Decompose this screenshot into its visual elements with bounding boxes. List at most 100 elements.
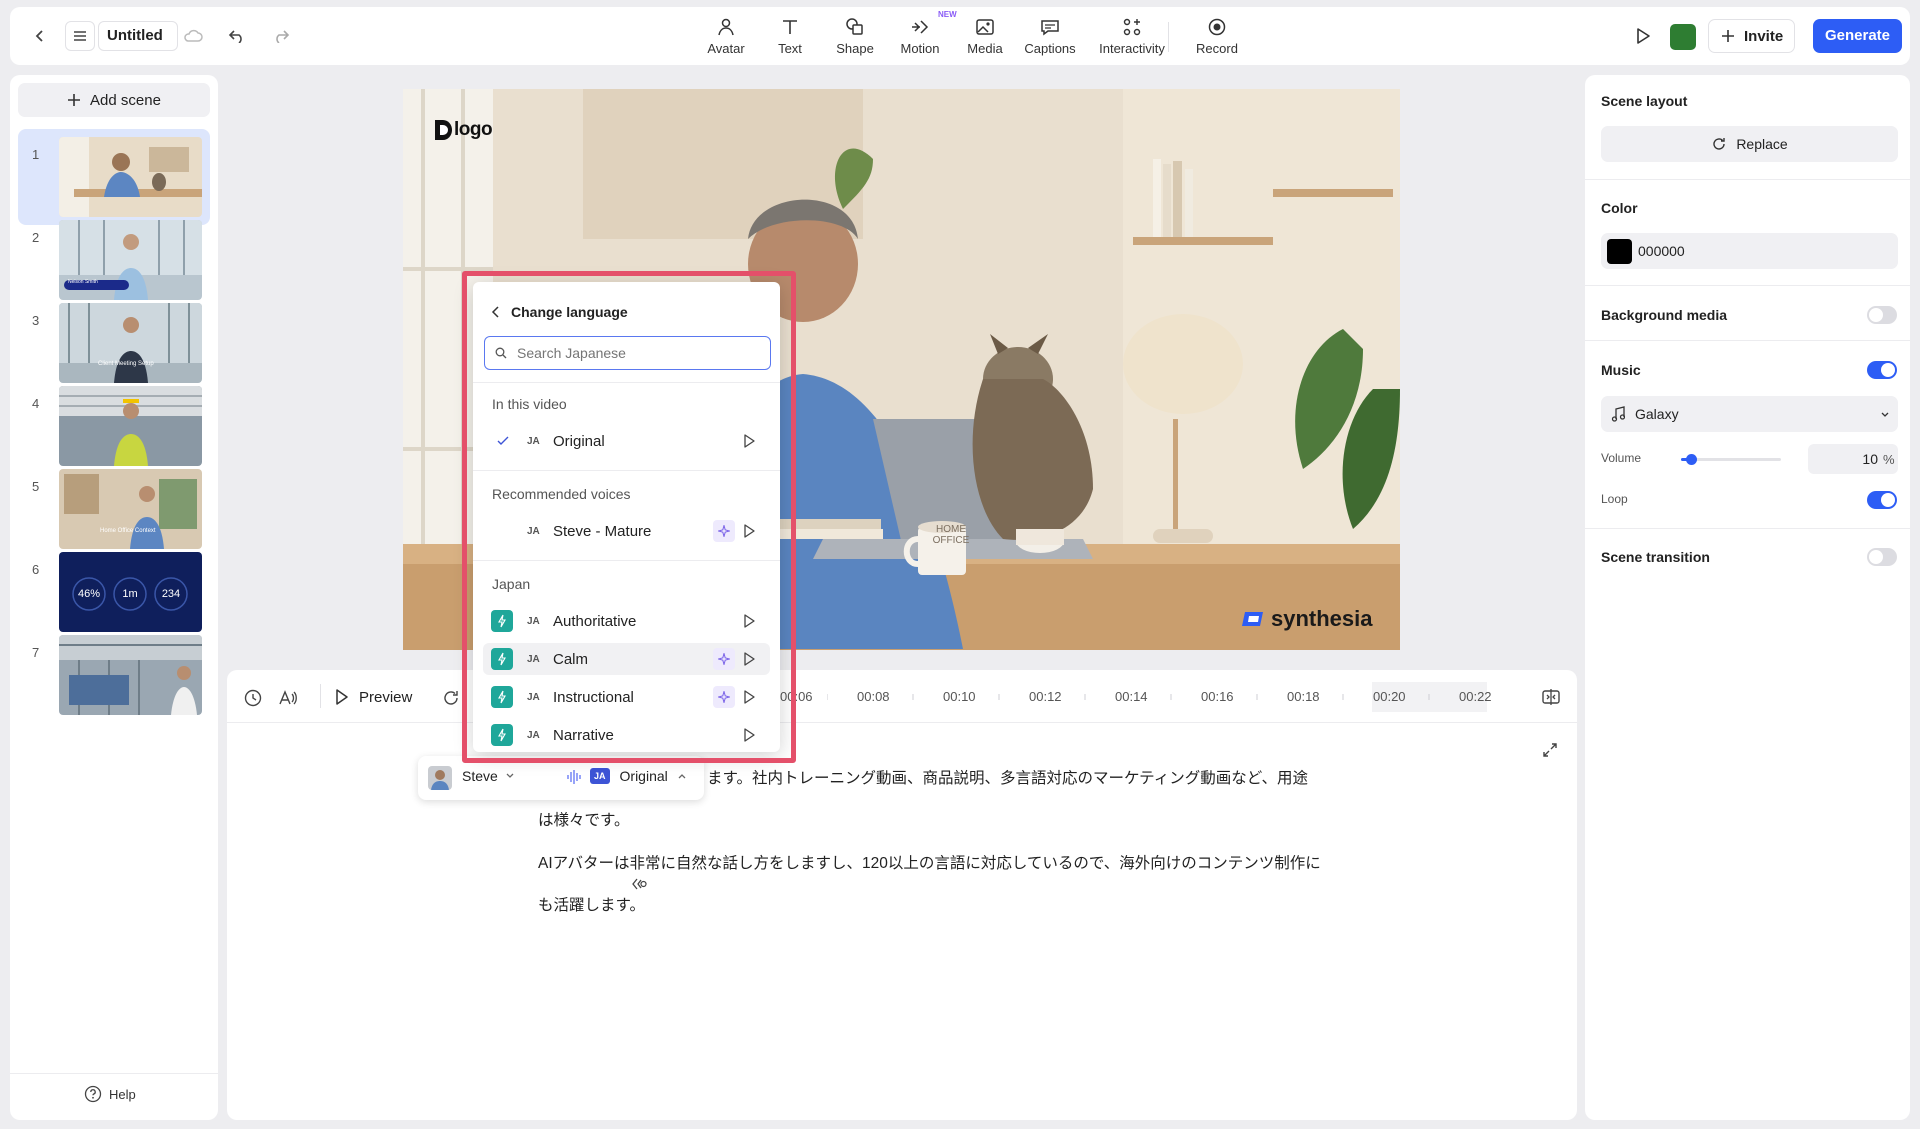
replace-layout-button[interactable]: Replace [1601, 126, 1898, 162]
top-bar: Untitled Avatar Text Shape Motion NEW Me… [10, 7, 1910, 65]
pause-marker-icon[interactable] [631, 876, 647, 892]
section-heading: Scene transition [1601, 549, 1710, 565]
voice-settings-icon[interactable] [275, 686, 301, 710]
record-icon [1207, 15, 1227, 39]
volume-value[interactable]: 10 [1848, 451, 1878, 467]
music-track-select[interactable]: Galaxy [1601, 396, 1898, 432]
tool-captions[interactable]: Captions [1014, 15, 1086, 59]
section-heading: Color [1601, 200, 1638, 216]
refresh-icon[interactable] [439, 686, 463, 710]
help-button[interactable]: Help [84, 1085, 136, 1103]
language-badge: JA [590, 768, 610, 784]
scene-thumbnail [59, 635, 202, 715]
mug-label: HOME OFFICE [930, 524, 972, 546]
section-heading: Scene layout [1601, 93, 1688, 109]
toolbar-divider [1168, 22, 1169, 52]
loop-toggle[interactable] [1867, 491, 1897, 509]
interactivity-icon [1122, 15, 1142, 39]
color-field[interactable]: 000000 [1601, 233, 1898, 269]
expand-icon[interactable] [1538, 738, 1562, 762]
script-text[interactable]: も活躍します。 [538, 895, 645, 917]
motion-icon [910, 15, 930, 39]
document-title[interactable]: Untitled [98, 21, 178, 51]
scene-item[interactable]: 2 Nelson Smith [18, 212, 210, 308]
divider [1585, 528, 1910, 529]
tool-label: Motion [900, 41, 940, 56]
watermark-text: synthesia [1271, 606, 1373, 631]
color-hex-value[interactable]: 000000 [1638, 243, 1685, 259]
waveform-icon [566, 769, 584, 785]
tool-text[interactable]: Text [754, 15, 826, 59]
volume-input[interactable]: 10 % [1808, 444, 1898, 474]
scene-number: 1 [32, 147, 40, 162]
preview-label: Preview [359, 688, 413, 706]
clock-icon[interactable] [241, 686, 265, 710]
music-toggle[interactable] [1867, 361, 1897, 379]
redo-icon[interactable] [268, 23, 294, 49]
generate-button[interactable]: Generate [1813, 19, 1902, 53]
tool-record[interactable]: Record [1181, 15, 1253, 59]
scene-item[interactable]: 5 Home Office Context [18, 461, 210, 557]
mug-text: HOME [936, 524, 966, 535]
tool-interactivity[interactable]: Interactivity [1096, 15, 1168, 59]
invite-label: Invite [1744, 27, 1784, 45]
split-view-icon[interactable] [1538, 684, 1564, 710]
avatar-name: Steve [462, 768, 498, 784]
scene-item[interactable]: 7 [18, 627, 210, 723]
tool-avatar[interactable]: Avatar [690, 15, 762, 59]
color-swatch[interactable] [1607, 239, 1632, 264]
voice-selector[interactable]: JA Original [590, 768, 686, 784]
captions-icon [1040, 15, 1060, 39]
loop-label: Loop [1601, 492, 1628, 506]
music-note-icon [1611, 406, 1625, 422]
avatar-selector[interactable]: Steve [462, 768, 514, 784]
scene-item[interactable]: 1 [18, 129, 210, 225]
invite-button[interactable]: Invite [1708, 19, 1795, 53]
tool-shape[interactable]: Shape [819, 15, 891, 59]
add-scene-label: Add scene [90, 91, 161, 109]
script-text[interactable]: AIアバターは非常に自然な話し方をしますし、120以上の言語に対応しているので、… [538, 853, 1321, 875]
stat-value: 1m [122, 588, 138, 600]
add-scene-button[interactable]: Add scene [18, 83, 210, 117]
chevron-down-icon [1881, 412, 1889, 417]
play-icon [336, 689, 348, 705]
script-editor-panel: Preview 00:06 00:08 00:10 00:12 00:14 00… [227, 670, 1577, 1120]
undo-icon[interactable] [224, 23, 250, 49]
section-heading: Music [1601, 362, 1641, 378]
voice-name: Original [619, 768, 668, 784]
tool-label: Media [967, 41, 1003, 56]
tool-label: Avatar [707, 41, 745, 56]
scene-thumbnail [59, 303, 202, 383]
tool-media[interactable]: Media [949, 15, 1021, 59]
scene-number: 5 [32, 479, 40, 494]
cloud-sync-icon [180, 23, 206, 49]
scene-number: 2 [32, 230, 40, 245]
highlight-box [462, 271, 796, 763]
plus-icon [1722, 30, 1734, 42]
tool-label: Captions [1024, 41, 1076, 56]
background-media-toggle[interactable] [1867, 306, 1897, 324]
script-text[interactable]: は様々です。 [538, 810, 629, 832]
scene-thumbnail [59, 137, 202, 217]
volume-label: Volume [1601, 451, 1642, 465]
scene-item[interactable]: 4 Internal Comms Space [18, 378, 210, 752]
divider [1585, 285, 1910, 286]
panel-divider [10, 1073, 218, 1074]
scene-number: 6 [32, 562, 40, 577]
scene-transition-toggle[interactable] [1867, 548, 1897, 566]
scene-caption: Internal Comms Space [100, 746, 162, 752]
plus-icon [68, 94, 81, 106]
play-preview-icon[interactable] [1630, 23, 1656, 49]
section-heading: Background media [1601, 307, 1728, 323]
scene-item[interactable]: 3 Client Meeting Setup [18, 295, 210, 391]
tool-motion[interactable]: Motion NEW [884, 10, 956, 59]
brand-color-swatch[interactable] [1670, 24, 1696, 50]
script-text[interactable]: ます。社内トレーニング動画、商品説明、多言語対応のマーケティング動画など、用途 [707, 768, 1308, 790]
volume-slider-handle[interactable] [1686, 454, 1697, 465]
volume-slider-track[interactable] [1681, 454, 1781, 465]
back-icon[interactable] [28, 24, 52, 48]
preview-button[interactable]: Preview [335, 684, 412, 710]
tool-label: Text [778, 41, 802, 56]
scene-item[interactable]: 6 46% 1m 234 [18, 544, 210, 640]
menu-icon[interactable] [65, 21, 95, 51]
